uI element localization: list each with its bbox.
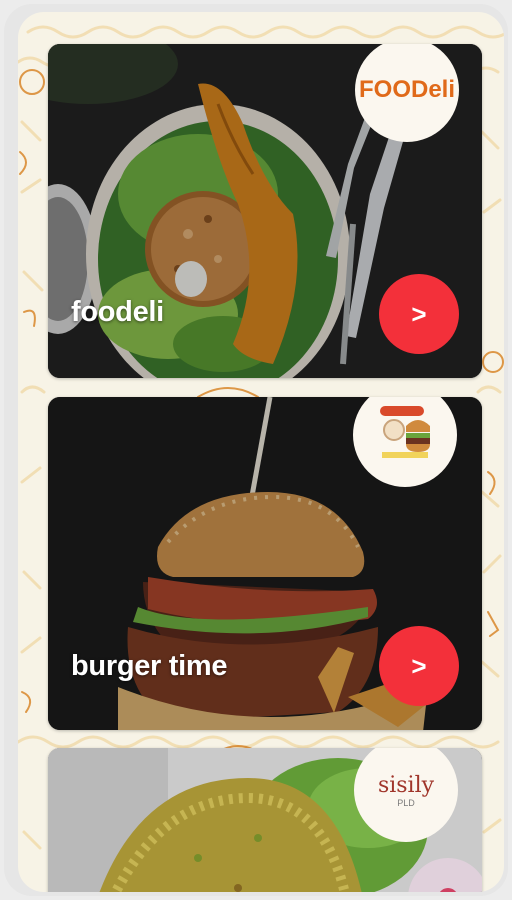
device-frame: FOODeli foodeli > burger time > sisily P… (4, 4, 508, 896)
restaurant-card[interactable]: sisily PLD (48, 748, 482, 892)
open-restaurant-button[interactable]: > (379, 274, 459, 354)
restaurant-name: burger time (71, 650, 228, 682)
restaurant-name: foodeli (71, 296, 164, 328)
open-restaurant-button[interactable]: > (379, 626, 459, 706)
burger-logo-icon (380, 406, 430, 458)
restaurant-card[interactable]: FOODeli foodeli > (48, 44, 482, 378)
app-screen: FOODeli foodeli > burger time > sisily P… (18, 12, 504, 892)
logo-subtext: PLD (397, 797, 415, 808)
restaurant-card[interactable]: burger time > (48, 397, 482, 730)
